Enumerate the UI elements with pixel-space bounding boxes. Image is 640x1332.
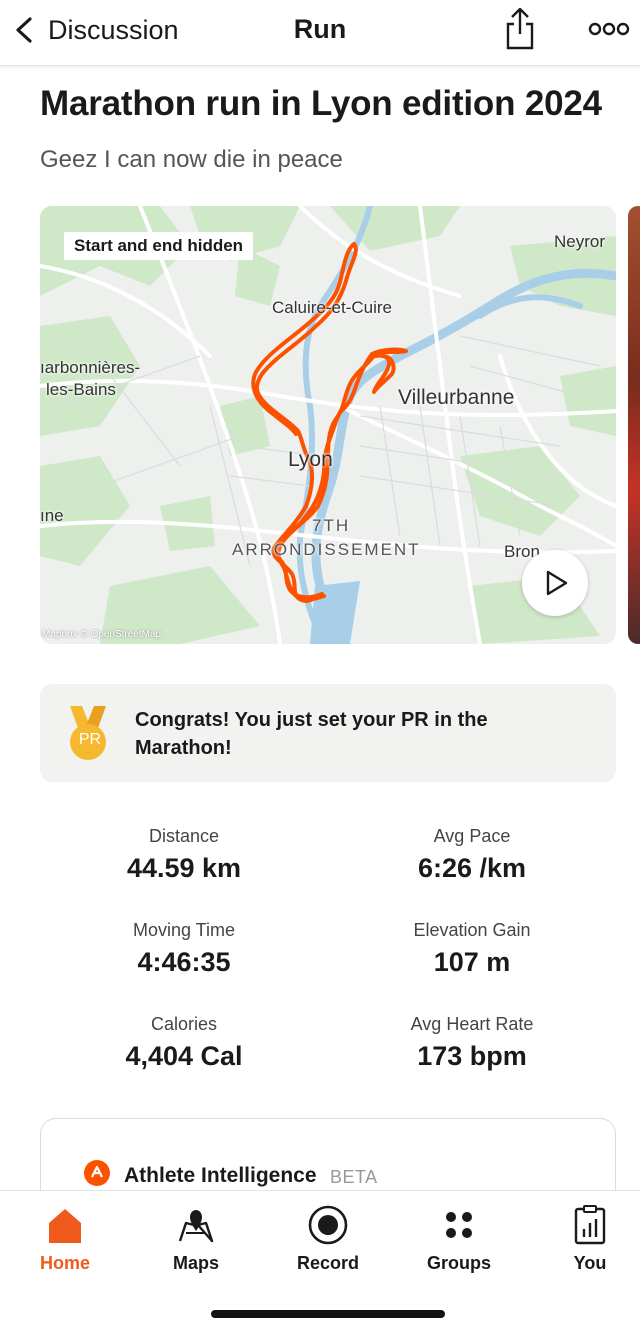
share-button[interactable] — [500, 6, 540, 50]
activity-title: Marathon run in Lyon edition 2024 — [40, 84, 602, 123]
stat-calories: Calories 4,404 Cal — [54, 1014, 314, 1072]
pr-medal-text: PR — [78, 731, 102, 748]
home-indicator[interactable] — [211, 1310, 445, 1318]
stat-moving-time: Moving Time 4:46:35 — [54, 920, 314, 978]
activity-photo-preview[interactable] — [628, 206, 640, 644]
nav-maps[interactable]: Maps — [136, 1203, 256, 1274]
strava-logo-icon — [84, 1160, 110, 1186]
pr-message: Congrats! You just set your PR in the Ma… — [135, 709, 488, 759]
stat-elevation-gain: Elevation Gain 107 m — [342, 920, 602, 978]
stat-distance: Distance 44.59 km — [54, 826, 314, 884]
stat-value: 107 m — [433, 947, 511, 977]
nav-label: Record — [296, 1253, 359, 1273]
map-label-arrondissement-1: 7TH — [312, 516, 351, 535]
nav-label: Groups — [426, 1253, 491, 1273]
top-navigation-bar: Discussion Run — [0, 0, 640, 66]
stat-avg-heart-rate: Avg Heart Rate 173 bpm — [342, 1014, 602, 1072]
privacy-chip: Start and end hidden — [64, 232, 254, 260]
stat-avg-pace: Avg Pace 6:26 /km — [342, 826, 602, 884]
beta-badge: BETA — [330, 1167, 378, 1187]
nav-record[interactable]: Record — [268, 1203, 388, 1274]
maps-icon — [178, 1210, 214, 1243]
share-icon — [506, 7, 534, 50]
route-map[interactable]: Start and end hidden Neyror Caluire-et-C… — [40, 206, 616, 644]
chevron-left-icon — [16, 17, 32, 43]
map-label-neyron: Neyror — [554, 232, 606, 251]
more-icon — [588, 22, 630, 36]
more-options-button[interactable] — [584, 14, 634, 44]
map-label-lyon: Lyon — [288, 448, 333, 471]
stat-label: Avg Pace — [433, 826, 511, 846]
record-icon — [308, 1205, 348, 1245]
stat-label: Elevation Gain — [413, 920, 531, 940]
play-icon — [546, 570, 568, 596]
activity-description: Geez I can now die in peace — [40, 146, 343, 173]
play-flyover-button[interactable] — [522, 550, 588, 616]
stat-label: Moving Time — [132, 920, 236, 940]
map-attribution: Mapbox © OpenStreetMap — [42, 629, 162, 640]
nav-you[interactable]: You — [530, 1203, 640, 1274]
home-icon — [49, 1209, 81, 1243]
map-label-charbonnieres-1: ıarbonnières- — [40, 358, 141, 377]
stat-label: Avg Heart Rate — [410, 1014, 534, 1034]
nav-label: Home — [39, 1253, 90, 1273]
nav-groups[interactable]: Groups — [399, 1203, 519, 1274]
stat-label: Calories — [150, 1014, 218, 1034]
back-button-label: Discussion — [48, 14, 179, 45]
you-icon — [574, 1205, 606, 1245]
nav-home[interactable]: Home — [5, 1203, 125, 1274]
map-label-arrondissement-2: ARRONDISSEMENT — [232, 540, 421, 559]
groups-icon — [446, 1212, 472, 1238]
stat-value: 44.59 km — [126, 853, 242, 883]
stat-label: Distance — [148, 826, 220, 846]
pr-achievement-card[interactable]: PR Congrats! You just set your PR in the… — [40, 684, 616, 782]
stat-value: 4,404 Cal — [125, 1041, 243, 1071]
map-label-charbonnieres-2: les-Bains — [46, 380, 116, 399]
map-label-villeurbanne: Villeurbanne — [398, 386, 515, 409]
stat-value: 6:26 /km — [417, 853, 527, 883]
stat-value: 4:46:35 — [137, 947, 231, 977]
athlete-intelligence-title: Athlete Intelligence — [124, 1164, 317, 1187]
nav-label: You — [573, 1253, 607, 1273]
stat-value: 173 bpm — [417, 1041, 527, 1071]
back-button[interactable]: Discussion — [10, 10, 179, 50]
nav-label: Maps — [172, 1253, 219, 1273]
map-label-tassin: ıne — [40, 506, 64, 525]
map-label-caluire: Caluire-et-Cuire — [272, 298, 392, 317]
